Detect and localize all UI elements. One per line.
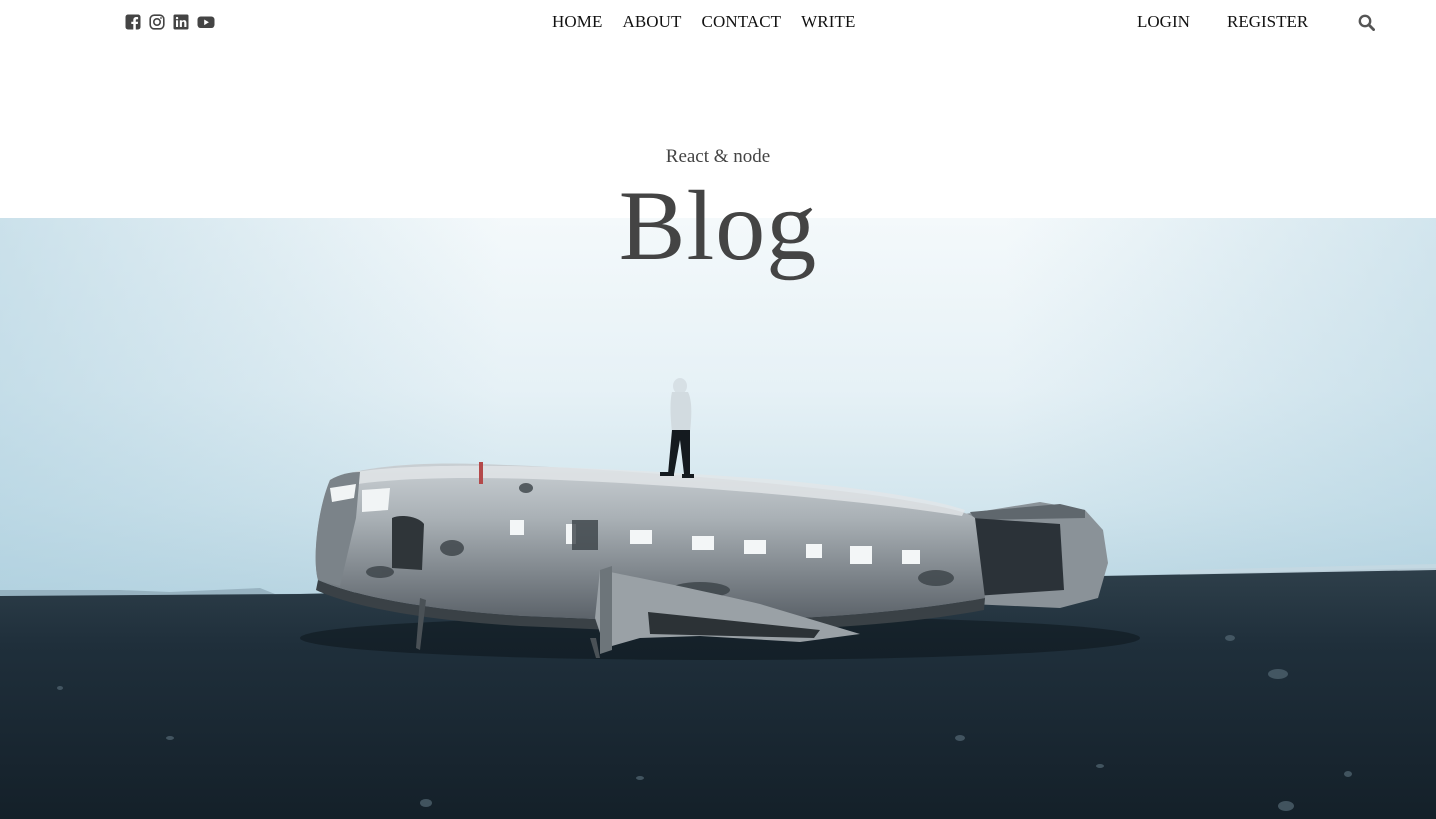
instagram-icon[interactable] bbox=[149, 14, 165, 30]
nav-contact[interactable]: CONTACT bbox=[702, 12, 782, 32]
top-bar: HOME ABOUT CONTACT WRITE LOGIN REGISTER bbox=[0, 0, 1436, 46]
login-link[interactable]: LOGIN bbox=[1137, 12, 1190, 32]
main-nav: HOME ABOUT CONTACT WRITE bbox=[552, 12, 855, 32]
search-icon[interactable] bbox=[1358, 14, 1375, 31]
facebook-square-icon[interactable] bbox=[125, 14, 141, 30]
nav-home[interactable]: HOME bbox=[552, 12, 602, 32]
youtube-icon[interactable] bbox=[197, 14, 215, 30]
header-subtitle: React & node bbox=[665, 146, 771, 167]
social-links bbox=[125, 14, 215, 30]
nav-write[interactable]: WRITE bbox=[801, 12, 855, 32]
hero-image bbox=[0, 218, 1436, 819]
register-link[interactable]: REGISTER bbox=[1227, 12, 1308, 32]
nav-about[interactable]: ABOUT bbox=[622, 12, 681, 32]
linkedin-icon[interactable] bbox=[173, 14, 189, 30]
